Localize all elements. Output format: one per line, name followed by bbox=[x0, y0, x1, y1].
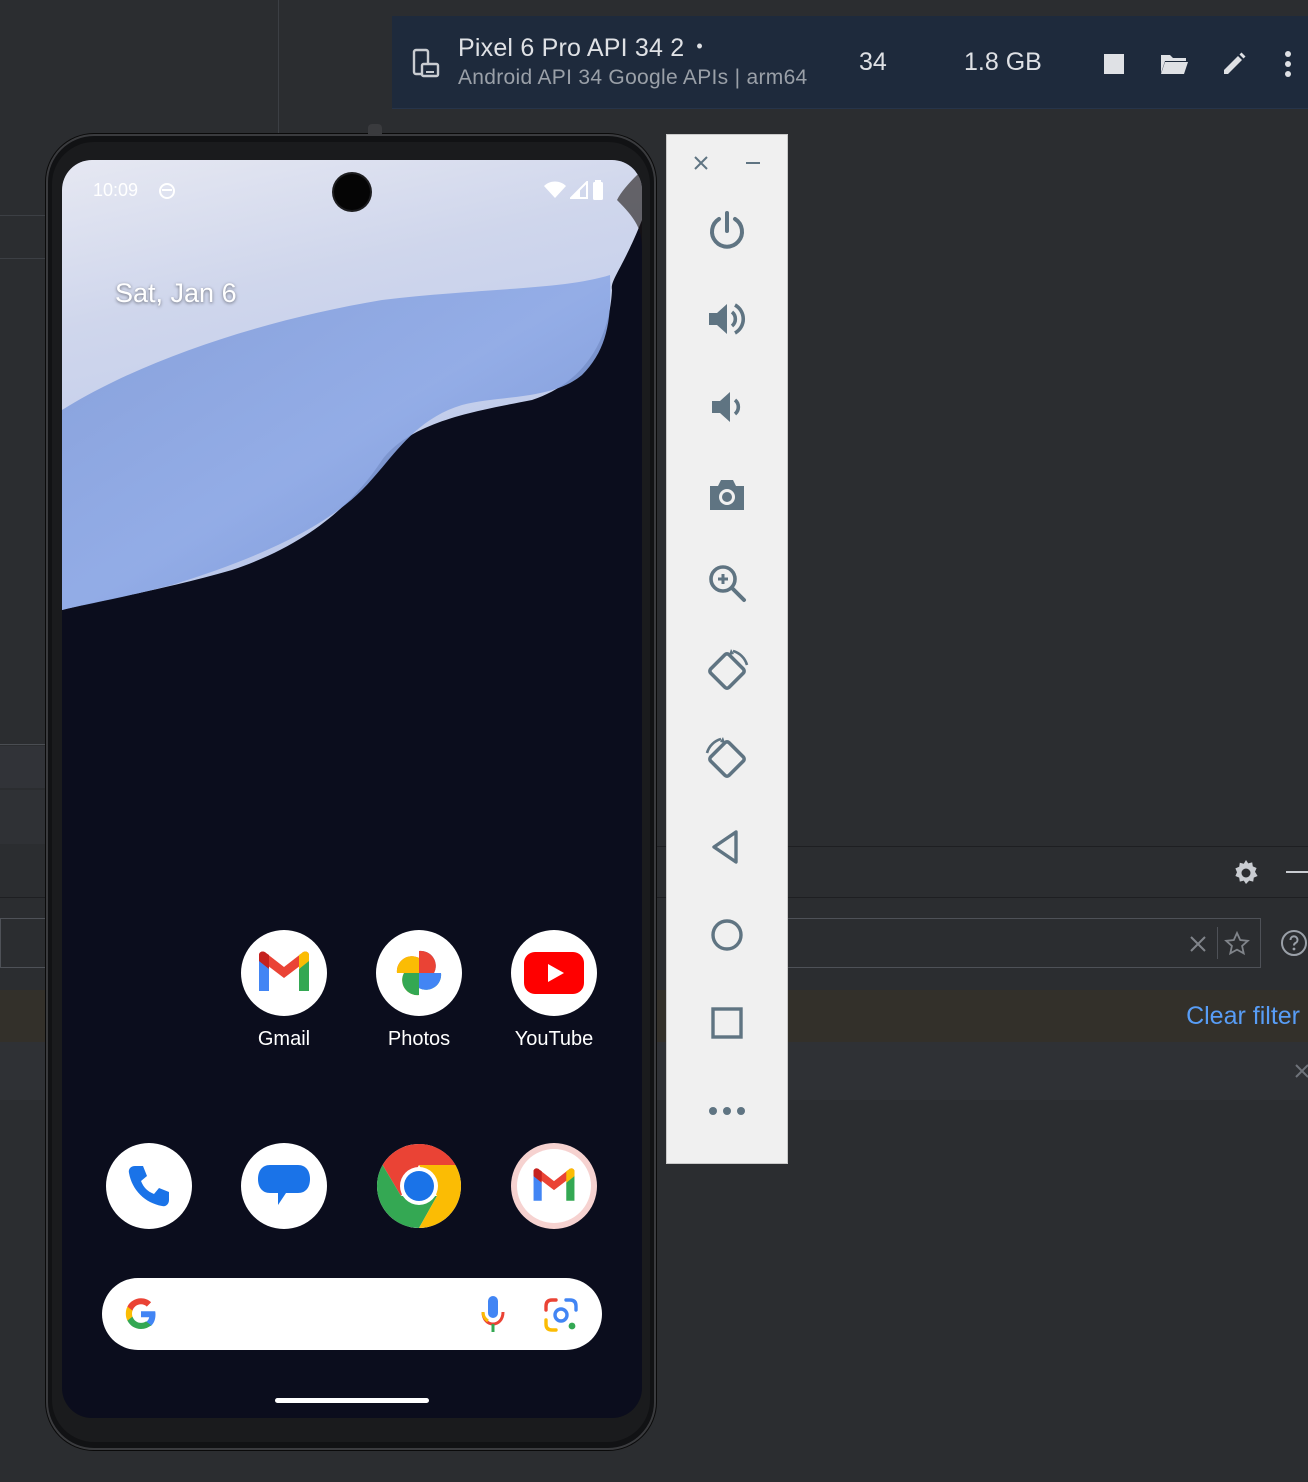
minimize-icon bbox=[746, 162, 760, 164]
google-lens-icon[interactable] bbox=[542, 1296, 580, 1334]
gmail-go-icon bbox=[511, 1143, 597, 1229]
emulator-control-panel bbox=[666, 134, 788, 1164]
dock-gmail-go[interactable] bbox=[504, 1143, 604, 1229]
edit-device-button[interactable] bbox=[1218, 48, 1250, 80]
device-row[interactable]: Pixel 6 Pro API 34 2 • Android API 34 Goo… bbox=[392, 16, 1308, 109]
microphone-icon[interactable] bbox=[480, 1294, 506, 1334]
app-label: Photos bbox=[387, 1028, 451, 1050]
wallpaper bbox=[62, 160, 642, 860]
emulator-minimize-button[interactable] bbox=[741, 151, 765, 175]
kebab-menu-icon bbox=[1285, 51, 1291, 77]
help-icon[interactable] bbox=[1280, 929, 1308, 957]
photos-icon bbox=[376, 930, 462, 1016]
volume-down-icon bbox=[712, 392, 741, 422]
close-icon bbox=[694, 156, 708, 170]
zoom-in-icon bbox=[709, 565, 746, 602]
logcat-filter-input[interactable] bbox=[787, 918, 1261, 968]
stop-button[interactable] bbox=[1098, 48, 1130, 80]
chrome-icon bbox=[376, 1143, 462, 1229]
battery-icon bbox=[593, 180, 603, 200]
emulator-close-button[interactable] bbox=[689, 151, 713, 175]
device-phone-tablet-icon bbox=[412, 48, 440, 78]
screenshot-button[interactable] bbox=[697, 465, 757, 525]
back-triangle-icon bbox=[712, 830, 738, 864]
close-icon[interactable] bbox=[1294, 1062, 1308, 1080]
device-api-level: 34 bbox=[859, 48, 887, 76]
dock-phone[interactable] bbox=[99, 1143, 199, 1229]
power-icon bbox=[710, 211, 744, 249]
clear-filter-x-icon[interactable] bbox=[1189, 935, 1207, 953]
volume-down-button[interactable] bbox=[697, 377, 757, 437]
device-subtitle: Android API 34 Google APIs | arm64 bbox=[458, 66, 808, 89]
phone-icon bbox=[106, 1143, 192, 1229]
home-button[interactable] bbox=[697, 905, 757, 965]
ide-panel-splitter[interactable] bbox=[278, 0, 279, 135]
app-gmail[interactable]: Gmail bbox=[234, 930, 334, 1051]
overview-button[interactable] bbox=[697, 993, 757, 1053]
app-photos[interactable]: Photos bbox=[369, 930, 469, 1051]
back-button[interactable] bbox=[697, 817, 757, 877]
filter-separator bbox=[1217, 927, 1218, 959]
dock-messages[interactable] bbox=[234, 1143, 334, 1229]
rotate-left-button[interactable] bbox=[697, 641, 757, 701]
status-time: 10:09 bbox=[93, 180, 139, 200]
device-size: 1.8 GB bbox=[964, 48, 1042, 76]
running-indicator: • bbox=[696, 36, 703, 56]
ide-left-panel bbox=[0, 0, 392, 135]
ide-divider bbox=[0, 744, 48, 745]
dock-chrome[interactable] bbox=[369, 1143, 469, 1229]
device-name: Pixel 6 Pro API 34 2 • bbox=[458, 34, 703, 62]
gesture-nav-handle[interactable] bbox=[275, 1398, 429, 1403]
phone-side-button[interactable] bbox=[368, 124, 382, 136]
gmail-icon bbox=[241, 930, 327, 1016]
front-camera bbox=[334, 174, 370, 210]
pencil-icon bbox=[1224, 52, 1246, 74]
app-label: YouTube bbox=[514, 1028, 594, 1050]
rotate-left-icon bbox=[708, 649, 749, 690]
volume-up-icon bbox=[709, 303, 745, 335]
home-circle-icon bbox=[711, 919, 743, 951]
more-actions-button[interactable] bbox=[1278, 48, 1298, 80]
filter-input-edge bbox=[0, 918, 48, 968]
ide-divider bbox=[0, 258, 48, 259]
google-g-icon bbox=[125, 1298, 156, 1329]
clear-filter-link[interactable]: Clear filter bbox=[1186, 1002, 1300, 1031]
wifi-icon bbox=[544, 181, 566, 198]
minimize-tool-window-icon[interactable] bbox=[1286, 871, 1308, 873]
star-icon[interactable] bbox=[1224, 931, 1250, 957]
show-on-disk-button[interactable] bbox=[1158, 48, 1190, 80]
rotate-right-icon bbox=[705, 737, 746, 778]
volume-up-button[interactable] bbox=[697, 289, 757, 349]
home-date[interactable]: Sat, Jan 6 bbox=[115, 278, 237, 309]
gear-icon[interactable] bbox=[1232, 859, 1260, 887]
camera-icon bbox=[710, 480, 744, 510]
rotate-right-button[interactable] bbox=[697, 729, 757, 789]
more-emulator-options-button[interactable] bbox=[697, 1081, 757, 1141]
folder-icon bbox=[1161, 55, 1188, 74]
messages-icon bbox=[241, 1143, 327, 1229]
app-label: Gmail bbox=[257, 1028, 311, 1050]
phone-screen[interactable]: 10:09 Sat, Jan 6 Gmail Photos YouTube bbox=[62, 160, 642, 1418]
power-button[interactable] bbox=[697, 201, 757, 261]
cellular-signal-icon bbox=[570, 181, 588, 199]
overview-square-icon bbox=[711, 1007, 743, 1039]
app-youtube[interactable]: YouTube bbox=[504, 930, 604, 1051]
zoom-button[interactable] bbox=[697, 553, 757, 613]
ide-left-row bbox=[0, 746, 48, 788]
ide-divider bbox=[0, 215, 48, 216]
status-icons bbox=[544, 180, 604, 200]
google-search-bar[interactable] bbox=[102, 1278, 602, 1350]
sync-notification-icon bbox=[159, 183, 175, 199]
ide-left-row bbox=[0, 790, 48, 844]
more-dots-icon bbox=[709, 1107, 745, 1115]
youtube-icon bbox=[511, 930, 597, 1016]
stop-icon bbox=[1104, 54, 1124, 74]
